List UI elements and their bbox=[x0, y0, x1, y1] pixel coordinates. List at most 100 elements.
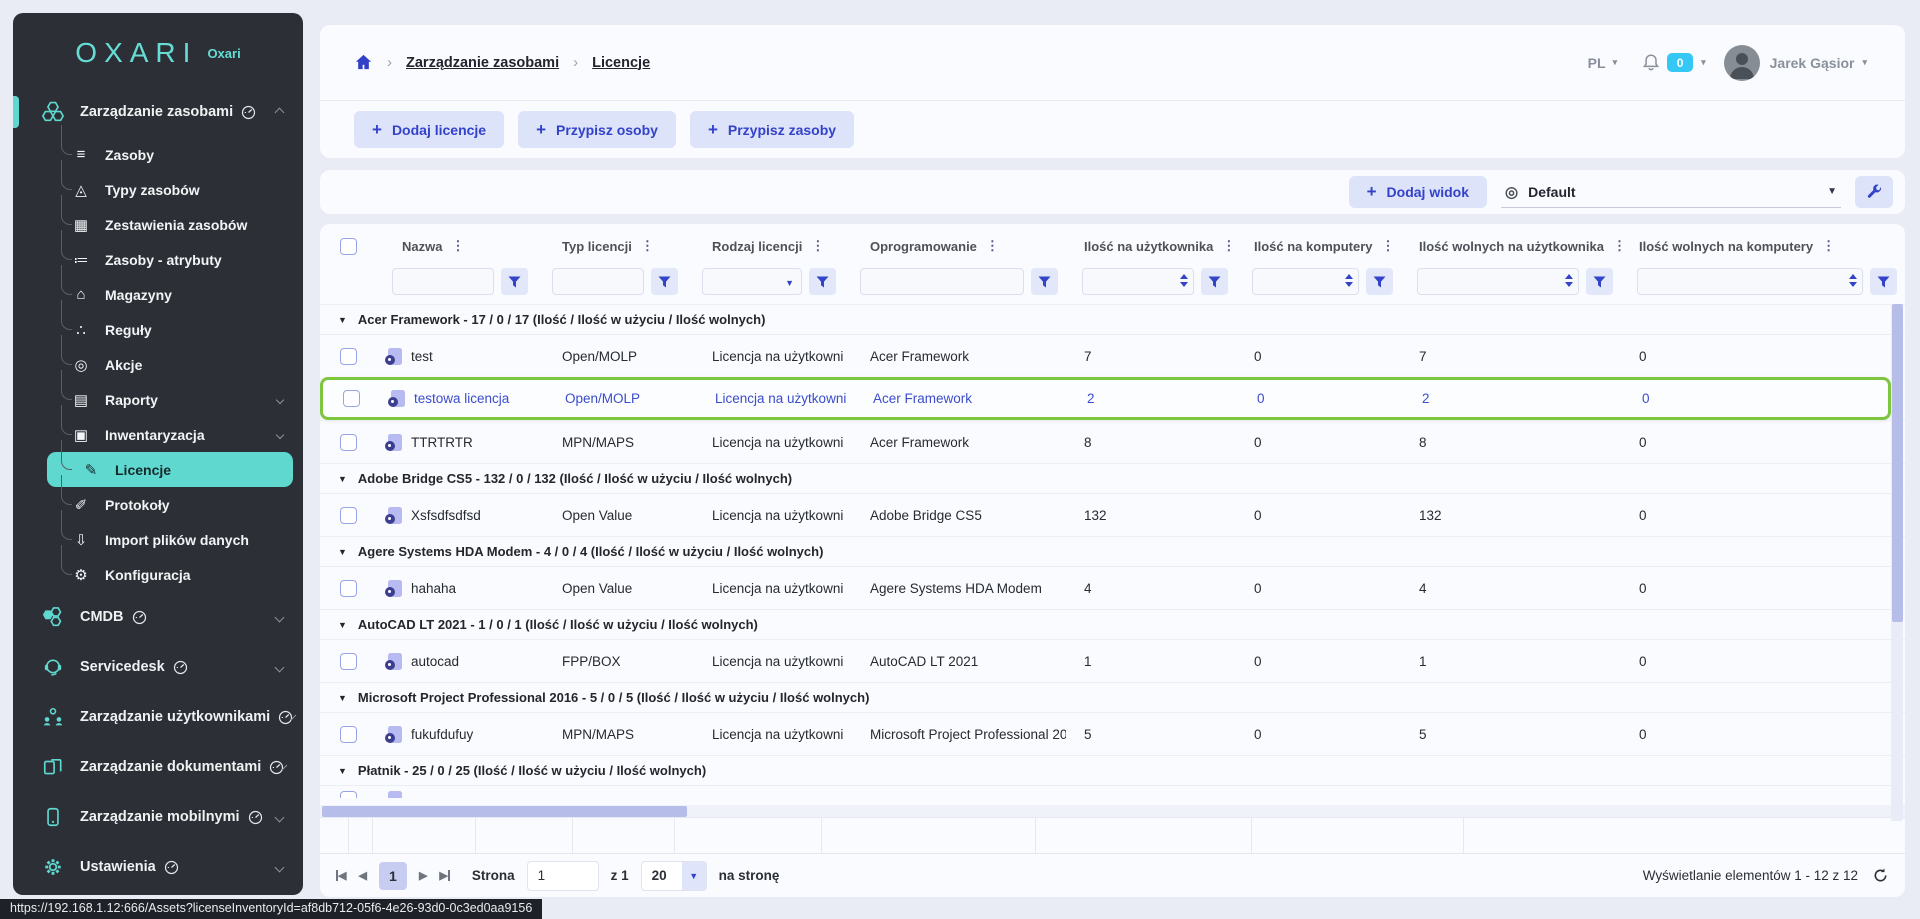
sidebar-item-magazyny[interactable]: ⌂Magazyny bbox=[13, 277, 303, 312]
chevron-down-icon[interactable]: ▼ bbox=[785, 278, 794, 288]
column-menu-icon[interactable]: ⋮ bbox=[1381, 238, 1394, 254]
sidebar-section-ustawienia[interactable]: Ustawienia bbox=[13, 842, 303, 892]
page-number-input[interactable] bbox=[527, 861, 599, 891]
spinner-icons[interactable] bbox=[1849, 274, 1857, 287]
table-row-ttrtrtr[interactable]: TTRTRTRMPN/MAPSLicencja na użytkownikaAc… bbox=[320, 420, 1905, 463]
add-view-button[interactable]: + Dodaj widok bbox=[1349, 176, 1487, 208]
assign-assets-button[interactable]: + Przypisz zasoby bbox=[690, 111, 854, 148]
current-page-button[interactable]: 1 bbox=[379, 862, 407, 890]
filter-button-nazwa[interactable] bbox=[501, 268, 528, 295]
filter-button-oprogramowanie[interactable] bbox=[1031, 268, 1058, 295]
column-menu-icon[interactable]: ⋮ bbox=[451, 238, 464, 254]
sidebar-item-akcje[interactable]: ◎Akcje bbox=[13, 347, 303, 382]
spinner-down-icon[interactable] bbox=[1849, 282, 1857, 287]
assign-people-button[interactable]: + Przypisz osoby bbox=[518, 111, 676, 148]
spinner-icons[interactable] bbox=[1345, 274, 1353, 287]
sidebar-section-zarzadzanie-uzytkownikami[interactable]: Zarządzanie użytkownikami bbox=[13, 692, 303, 742]
row-checkbox[interactable] bbox=[340, 653, 357, 670]
spinner-down-icon[interactable] bbox=[1345, 282, 1353, 287]
language-selector[interactable]: PL ▾ bbox=[1588, 55, 1621, 71]
table-row-hahaha[interactable]: hahahaOpen ValueLicencja na użytkownikaA… bbox=[320, 566, 1905, 609]
filter-button-ilosc-wolnych-na-komputery[interactable] bbox=[1870, 268, 1897, 295]
sidebar-item-zestawienia-zasobow[interactable]: ▦Zestawienia zasobów bbox=[13, 207, 303, 242]
spinner-icons[interactable] bbox=[1180, 274, 1188, 287]
notifications[interactable]: 0 ▾ bbox=[1641, 53, 1710, 73]
sidebar-item-zasoby-atrybuty[interactable]: ≔Zasoby - atrybuty bbox=[13, 242, 303, 277]
table-row-autocad[interactable]: autocadFPP/BOXLicencja na użytkownikaAut… bbox=[320, 639, 1905, 682]
filter-button-ilosc-na-uzytkownika[interactable] bbox=[1201, 268, 1228, 295]
spinner-down-icon[interactable] bbox=[1180, 282, 1188, 287]
sidebar-item-inwentaryzacja[interactable]: ▣Inwentaryzacja bbox=[13, 417, 303, 452]
first-page-button[interactable]: ◀ bbox=[336, 869, 346, 882]
license-name-cell[interactable]: testowa licencja bbox=[379, 390, 539, 407]
sidebar-item-raporty[interactable]: ▤Raporty bbox=[13, 382, 303, 417]
row-checkbox[interactable] bbox=[340, 580, 357, 597]
group-header-agere-systems-hda-modem[interactable]: ▼Agere Systems HDA Modem - 4 / 0 / 4 (Il… bbox=[320, 536, 1905, 566]
column-menu-icon[interactable]: ⋮ bbox=[986, 238, 999, 254]
filter-button-ilosc-wolnych-na-uzytkownika[interactable] bbox=[1586, 268, 1613, 295]
sidebar-section-servicedesk[interactable]: Servicedesk bbox=[13, 642, 303, 692]
select-all-checkbox[interactable] bbox=[340, 238, 357, 255]
last-page-button[interactable]: ▶ bbox=[439, 869, 449, 882]
group-header-microsoft-project-professional-2016[interactable]: ▼Microsoft Project Professional 2016 - 5… bbox=[320, 682, 1905, 712]
table-row-test[interactable]: testOpen/MOLPLicencja na użytkownikaAcer… bbox=[320, 334, 1905, 377]
sidebar-item-typy-zasobow[interactable]: ◬Typy zasobów bbox=[13, 172, 303, 207]
sidebar-item-protokoly[interactable]: ✐Protokoły bbox=[13, 487, 303, 522]
license-name-cell[interactable] bbox=[376, 791, 536, 798]
group-header-platnik[interactable]: ▼Płatnik - 25 / 0 / 25 (Ilość / Ilość w … bbox=[320, 755, 1905, 785]
column-menu-icon[interactable]: ⋮ bbox=[1822, 238, 1835, 254]
license-name-cell[interactable]: Xsfsdfsdfsd bbox=[376, 507, 536, 524]
sidebar-item-zasoby[interactable]: ≡Zasoby bbox=[13, 137, 303, 172]
add-license-button[interactable]: + Dodaj licencje bbox=[354, 111, 504, 148]
filter-input-rodzaj-licencji[interactable]: ▼ bbox=[702, 268, 802, 295]
page-size-select[interactable]: 20 ▼ bbox=[641, 861, 707, 891]
filter-button-typ-licencji[interactable] bbox=[651, 268, 678, 295]
horizontal-scrollbar-thumb[interactable] bbox=[322, 806, 687, 817]
table-row-fukufdufuy[interactable]: fukufdufuyMPN/MAPSLicencja na użytkownik… bbox=[320, 712, 1905, 755]
license-name-cell[interactable]: TTRTRTR bbox=[376, 434, 536, 451]
spinner-up-icon[interactable] bbox=[1180, 274, 1188, 279]
row-checkbox[interactable] bbox=[340, 791, 357, 798]
table-row-testowa-licencja[interactable]: testowa licencjaOpen/MOLPLicencja na uży… bbox=[320, 377, 1891, 420]
filter-button-ilosc-na-komputery[interactable] bbox=[1366, 268, 1393, 295]
group-header-adobe-bridge-cs5[interactable]: ▼Adobe Bridge CS5 - 132 / 0 / 132 (Ilość… bbox=[320, 463, 1905, 493]
column-menu-icon[interactable]: ⋮ bbox=[811, 238, 824, 254]
row-checkbox[interactable] bbox=[340, 507, 357, 524]
row-checkbox[interactable] bbox=[340, 348, 357, 365]
view-select[interactable]: ◎ Default ▼ bbox=[1501, 176, 1841, 208]
spinner-down-icon[interactable] bbox=[1565, 282, 1573, 287]
home-icon[interactable] bbox=[354, 53, 373, 72]
sidebar-section-cmdb[interactable]: CMDB bbox=[13, 592, 303, 642]
column-menu-icon[interactable]: ⋮ bbox=[641, 238, 654, 254]
row-checkbox[interactable] bbox=[340, 434, 357, 451]
filter-input-typ-licencji[interactable] bbox=[552, 268, 644, 295]
next-page-button[interactable]: ▶ bbox=[419, 869, 427, 882]
view-settings-button[interactable] bbox=[1855, 176, 1893, 208]
filter-input-ilosc-na-uzytkownika[interactable] bbox=[1082, 268, 1194, 295]
table-row[interactable] bbox=[320, 785, 1905, 798]
breadcrumb-link-page[interactable]: Licencje bbox=[592, 55, 650, 71]
vertical-scrollbar-thumb[interactable] bbox=[1892, 304, 1903, 622]
spinner-up-icon[interactable] bbox=[1345, 274, 1353, 279]
filter-input-oprogramowanie[interactable] bbox=[860, 268, 1024, 295]
column-menu-icon[interactable]: ⋮ bbox=[1613, 238, 1621, 254]
filter-button-rodzaj-licencji[interactable] bbox=[809, 268, 836, 295]
column-menu-icon[interactable]: ⋮ bbox=[1222, 238, 1235, 254]
table-row-xsfsdfsdfsd[interactable]: XsfsdfsdfsdOpen ValueLicencja na użytkow… bbox=[320, 493, 1905, 536]
refresh-icon[interactable] bbox=[1872, 867, 1889, 884]
spinner-up-icon[interactable] bbox=[1565, 274, 1573, 279]
license-name-cell[interactable]: autocad bbox=[376, 653, 536, 670]
sidebar-item-licencje[interactable]: ✎Licencje bbox=[47, 452, 293, 487]
license-name-cell[interactable]: fukufdufuy bbox=[376, 726, 536, 743]
filter-input-nazwa[interactable] bbox=[392, 268, 494, 295]
filter-input-ilosc-wolnych-na-uzytkownika[interactable] bbox=[1417, 268, 1579, 295]
sidebar-section-zarzadzanie-dokumentami[interactable]: Zarządzanie dokumentami bbox=[13, 742, 303, 792]
sidebar-section-zarzadzanie-zasobami[interactable]: Zarządzanie zasobami bbox=[13, 87, 303, 137]
user-menu[interactable]: Jarek Gąsior ▾ bbox=[1710, 45, 1871, 81]
license-name-cell[interactable]: test bbox=[376, 348, 536, 365]
sidebar-item-reguly[interactable]: ∴Reguły bbox=[13, 312, 303, 347]
sidebar-item-konfiguracja[interactable]: ⚙Konfiguracja bbox=[13, 557, 303, 592]
group-header-acer-framework[interactable]: ▼Acer Framework - 17 / 0 / 17 (Ilość / I… bbox=[320, 304, 1905, 334]
license-name-cell[interactable]: hahaha bbox=[376, 580, 536, 597]
breadcrumb-link-section[interactable]: Zarządzanie zasobami bbox=[406, 55, 559, 71]
